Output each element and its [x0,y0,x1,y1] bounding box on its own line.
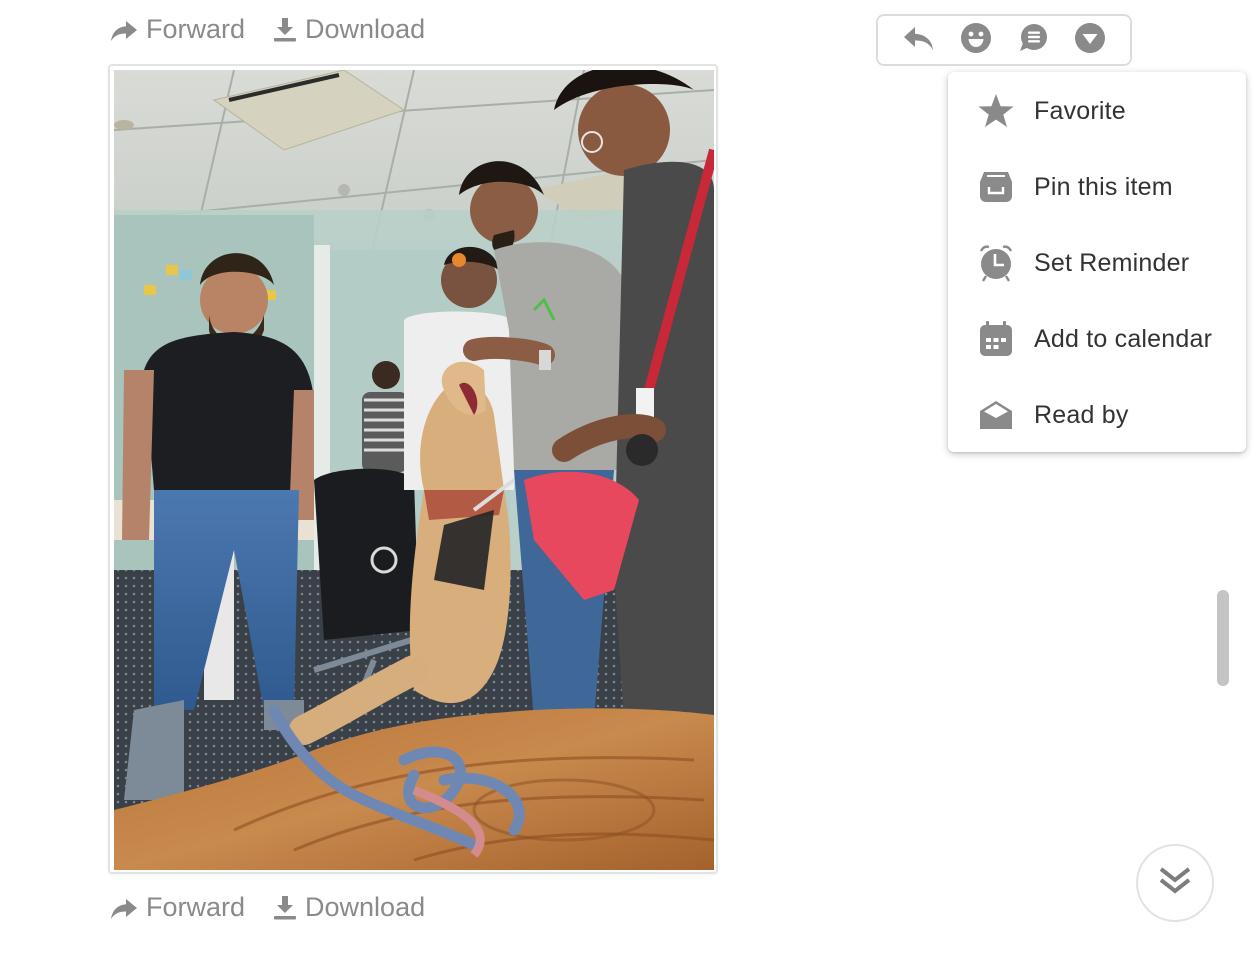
photo-illustration [114,70,714,870]
comment-icon [1017,23,1049,58]
comment-button[interactable] [1015,22,1051,58]
download-label: Download [305,892,426,922]
forward-icon [110,18,138,42]
forward-button[interactable]: Forward [110,892,245,923]
forward-label: Forward [146,14,246,44]
calendar-icon [976,319,1016,359]
scroll-to-bottom-button[interactable] [1136,844,1214,922]
photo[interactable] [114,70,714,870]
message-options-menu: Favorite Pin this item Set Reminder Add … [948,72,1246,452]
forward-label: Forward [146,892,246,922]
menu-item-read-by[interactable]: Read by [948,385,1246,445]
download-label: Download [305,14,426,44]
caret-down-circle-icon [1074,22,1106,59]
reply-button[interactable] [901,22,937,58]
smiley-icon [960,22,992,59]
add-reaction-button[interactable] [958,22,994,58]
alarm-clock-icon [976,243,1016,283]
download-icon [273,895,297,921]
menu-item-pin[interactable]: Pin this item [948,157,1246,217]
star-icon [976,91,1016,131]
menu-item-favorite[interactable]: Favorite [948,81,1246,141]
menu-item-add-to-calendar[interactable]: Add to calendar [948,309,1246,369]
forward-icon [110,896,138,920]
open-envelope-icon [976,395,1016,435]
forward-button[interactable]: Forward [110,14,245,45]
message-actions-top: Forward Download [110,14,425,45]
download-button[interactable]: Download [273,14,425,45]
double-chevron-down-icon [1158,865,1192,902]
menu-item-set-reminder[interactable]: Set Reminder [948,233,1246,293]
pin-tray-icon [976,167,1016,207]
message-hover-toolbar [876,14,1132,66]
download-icon [273,17,297,43]
more-options-button[interactable] [1072,22,1108,58]
download-button[interactable]: Download [273,892,425,923]
reply-icon [903,24,935,57]
message-actions-bottom: Forward Download [110,892,425,923]
chat-view: Forward Download Forward Download Favori… [0,0,1260,974]
scrollbar-thumb[interactable] [1217,590,1229,686]
image-attachment[interactable] [108,64,718,874]
